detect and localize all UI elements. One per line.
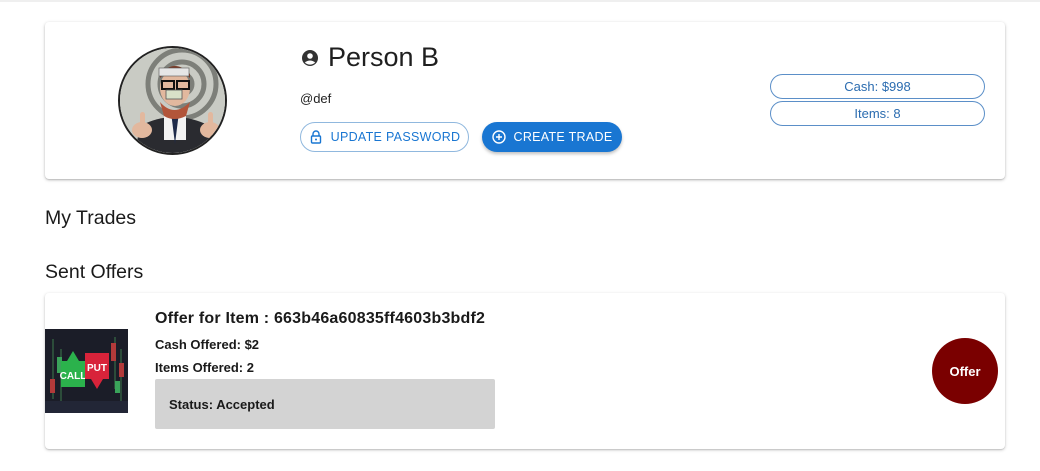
- offer-badge-label: Offer: [949, 363, 981, 379]
- add-circle-icon: [491, 130, 506, 144]
- create-trade-label: CREATE TRADE: [513, 130, 613, 144]
- offer-title: Offer for Item : 663b46a60835ff4603b3bdf…: [155, 310, 486, 327]
- items-count-chip: Items: 8: [770, 101, 985, 126]
- offer-status-label: Status: Accepted: [169, 396, 275, 412]
- avatar: [118, 46, 227, 155]
- put-label: PUT: [87, 363, 107, 374]
- sent-offers-heading: Sent Offers: [45, 261, 144, 283]
- cash-balance-chip: Cash: $998: [770, 74, 985, 99]
- my-trades-heading: My Trades: [45, 207, 137, 229]
- offer-badge-button[interactable]: Offer: [932, 338, 998, 404]
- offer-card: CALL PUT Offer for Item : 663b46a60835ff…: [45, 293, 1005, 449]
- create-trade-button[interactable]: CREATE TRADE: [482, 122, 622, 152]
- cash-offered: Cash Offered: $2: [155, 337, 260, 352]
- profile-handle: @def: [300, 91, 332, 106]
- call-label: CALL: [60, 371, 87, 382]
- profile-name-row: Person B: [300, 42, 439, 73]
- profile-card: Person B @def UPDATE PASSWORD CREATE TRA…: [45, 22, 1005, 179]
- item-thumbnail: CALL PUT: [45, 329, 128, 413]
- profile-name: Person B: [328, 42, 440, 72]
- items-offered: Items Offered: 2: [155, 360, 254, 375]
- top-divider: [0, 0, 1040, 2]
- update-password-button[interactable]: UPDATE PASSWORD: [300, 122, 469, 152]
- account-circle-icon: [300, 48, 320, 68]
- lock-icon: [309, 130, 323, 144]
- offer-status: Status: Accepted: [155, 379, 495, 429]
- update-password-label: UPDATE PASSWORD: [330, 130, 461, 144]
